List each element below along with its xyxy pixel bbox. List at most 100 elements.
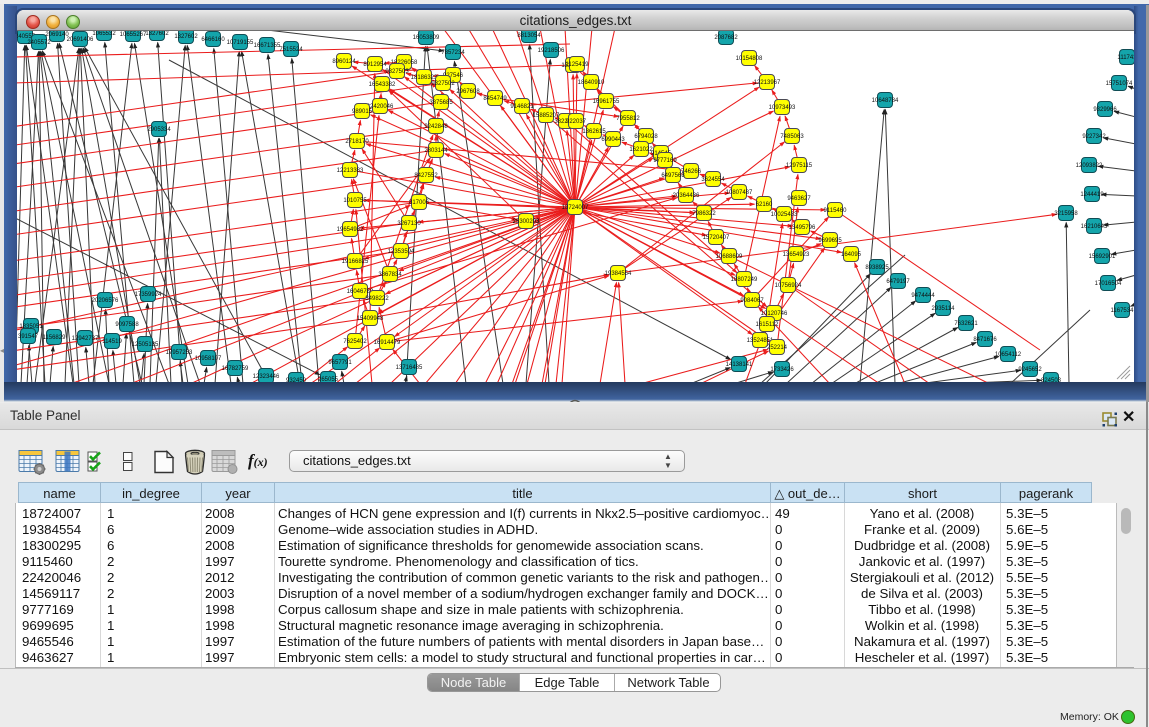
- svg-text:114519: 114519: [102, 339, 122, 345]
- svg-text:6794028: 6794028: [634, 134, 658, 140]
- svg-text:15692901: 15692901: [1089, 254, 1116, 260]
- svg-text:19654982: 19654982: [337, 227, 364, 233]
- svg-text:9699695: 9699695: [818, 238, 842, 244]
- svg-text:932450: 932450: [286, 378, 307, 382]
- svg-text:19384554: 19384554: [605, 271, 632, 277]
- svg-text:10648784: 10648784: [872, 98, 899, 104]
- svg-text:3215958: 3215958: [1054, 211, 1078, 217]
- svg-text:18807249: 18807249: [731, 277, 758, 283]
- svg-text:6497568: 6497568: [661, 173, 685, 179]
- svg-text:3498222: 3498222: [365, 296, 389, 302]
- svg-text:15720407: 15720407: [703, 235, 730, 241]
- svg-text:2905334: 2905334: [147, 127, 171, 133]
- svg-text:9227342: 9227342: [1082, 134, 1106, 140]
- svg-text:8938925: 8938925: [865, 265, 889, 271]
- svg-text:19218506: 19218506: [538, 48, 565, 54]
- svg-text:1615112: 1615112: [756, 322, 780, 328]
- svg-text:7485063: 7485063: [780, 134, 804, 140]
- svg-text:391547: 391547: [18, 334, 39, 340]
- svg-text:16543382: 16543382: [369, 82, 396, 88]
- svg-text:12093822: 12093822: [1076, 163, 1103, 169]
- svg-text:12213967: 12213967: [754, 80, 781, 86]
- svg-text:9115460: 9115460: [824, 208, 848, 214]
- svg-text:10756924: 10756924: [775, 283, 802, 289]
- svg-text:14138141: 14138141: [726, 362, 753, 368]
- svg-text:1156829: 1156829: [43, 335, 67, 341]
- svg-text:2405572: 2405572: [27, 40, 51, 46]
- svg-text:1621022: 1621022: [629, 147, 653, 153]
- svg-text:7955812: 7955812: [616, 116, 640, 122]
- svg-text:1125419: 1125419: [566, 62, 590, 68]
- svg-text:989015: 989015: [352, 109, 373, 115]
- svg-text:9242848: 9242848: [424, 124, 448, 130]
- svg-text:6466160: 6466160: [201, 37, 225, 43]
- svg-text:12353594: 12353594: [388, 249, 415, 255]
- svg-text:17016504: 17016504: [1095, 281, 1122, 287]
- svg-text:2087682: 2087682: [714, 35, 738, 41]
- svg-text:17359924: 17359924: [135, 292, 162, 298]
- svg-text:16782759: 16782759: [222, 366, 249, 372]
- svg-text:9657791: 9657791: [328, 360, 352, 366]
- svg-text:7857234: 7857234: [441, 50, 465, 56]
- svg-text:10655267: 10655267: [120, 32, 147, 38]
- svg-text:824503: 824503: [1041, 378, 1062, 382]
- svg-text:9777169: 9777169: [653, 158, 677, 164]
- svg-text:111743: 111743: [1117, 55, 1134, 61]
- svg-text:9097588: 9097588: [115, 322, 139, 328]
- svg-text:7515524: 7515524: [279, 47, 303, 53]
- svg-text:12213383: 12213383: [337, 168, 364, 174]
- svg-text:16053809: 16053809: [413, 35, 440, 41]
- svg-text:922037: 922037: [566, 119, 587, 125]
- svg-text:6990443: 6990443: [601, 137, 625, 143]
- svg-text:19166825: 19166825: [342, 259, 369, 265]
- svg-text:12975115: 12975115: [786, 163, 813, 169]
- svg-text:2718170: 2718170: [345, 139, 369, 145]
- svg-text:13495796: 13495796: [789, 225, 816, 231]
- svg-text:62160: 62160: [756, 202, 773, 208]
- svg-text:8454749: 8454749: [483, 96, 507, 102]
- svg-text:10688609: 10688609: [716, 254, 743, 260]
- svg-text:817006: 817006: [409, 200, 430, 206]
- svg-text:8912954: 8912954: [363, 62, 387, 68]
- svg-text:7986322: 7986322: [692, 211, 716, 217]
- svg-text:2967608: 2967608: [456, 89, 480, 95]
- svg-text:16961755: 16961755: [593, 99, 620, 105]
- svg-text:12323446: 12323446: [253, 374, 280, 380]
- svg-text:16671355: 16671355: [254, 43, 281, 49]
- svg-text:10654112: 10654112: [995, 352, 1022, 358]
- svg-text:10973493: 10973493: [769, 105, 796, 111]
- svg-text:1327602: 1327602: [174, 34, 198, 40]
- svg-text:8471676: 8471676: [973, 337, 997, 343]
- svg-text:8960124: 8960124: [332, 59, 356, 65]
- svg-text:3624554: 3624554: [701, 177, 725, 183]
- svg-text:1362615: 1362615: [582, 129, 606, 135]
- svg-text:10807487: 10807487: [726, 190, 753, 196]
- svg-text:13716485: 13716485: [396, 365, 423, 371]
- svg-text:9327503: 9327503: [385, 69, 409, 75]
- svg-text:9329966: 9329966: [1093, 107, 1117, 113]
- svg-text:9327502: 9327502: [431, 81, 455, 87]
- svg-text:3867834: 3867834: [378, 272, 402, 278]
- svg-text:3267130: 3267130: [397, 221, 421, 227]
- svg-text:252214: 252214: [767, 345, 788, 351]
- svg-text:8813054: 8813054: [517, 33, 541, 39]
- svg-text:10719155: 10719155: [227, 40, 254, 46]
- svg-text:12942737: 12942737: [72, 336, 99, 342]
- svg-text:2803144: 2803144: [424, 148, 448, 154]
- svg-text:8427552: 8427552: [414, 173, 438, 179]
- svg-text:6479197: 6479197: [886, 279, 910, 285]
- svg-text:20364436: 20364436: [673, 193, 700, 199]
- svg-text:1733426: 1733426: [770, 367, 794, 373]
- svg-text:9463627: 9463627: [787, 196, 811, 202]
- svg-text:1010755: 1010755: [343, 198, 367, 204]
- svg-text:16914479: 16914479: [374, 340, 401, 346]
- svg-text:1167534: 1167534: [1111, 308, 1134, 314]
- svg-text:7625402: 7625402: [343, 339, 367, 345]
- svg-text:15409948: 15409948: [357, 316, 384, 322]
- svg-text:3875685: 3875685: [429, 100, 453, 106]
- svg-text:20691406: 20691406: [67, 37, 94, 43]
- svg-text:18724007: 18724007: [562, 205, 589, 211]
- svg-text:9146821: 9146821: [510, 104, 534, 110]
- svg-text:9084067: 9084067: [740, 298, 764, 304]
- svg-text:1327602: 1327602: [145, 31, 169, 37]
